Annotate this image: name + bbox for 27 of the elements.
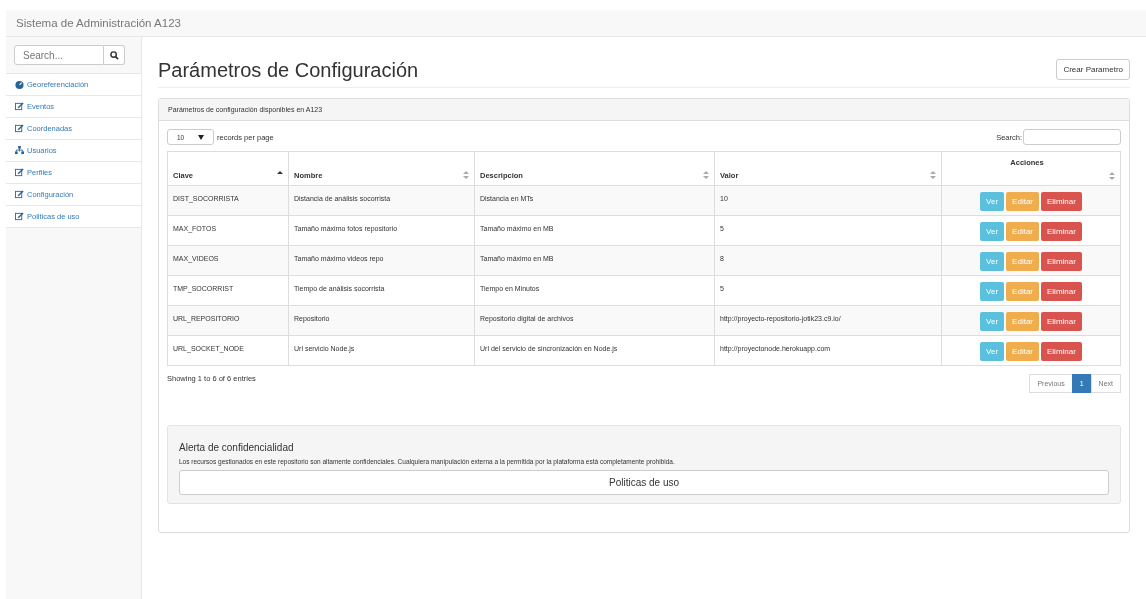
create-button[interactable]: Crear Parametro [1056,59,1130,80]
sort-icon [1109,172,1115,180]
edit-icon [15,102,24,111]
search-button[interactable] [104,45,125,65]
sort-icon [463,171,469,179]
action-button[interactable]: Eliminar [1041,251,1082,271]
action-button[interactable]: Eliminar [1041,341,1082,361]
sort-icon [930,171,936,179]
action-button[interactable]: Eliminar [1041,311,1082,331]
search-field[interactable]: Search... [14,45,104,65]
edit-icon [15,168,24,177]
action-button[interactable]: Eliminar [1041,281,1082,301]
edit-icon [15,190,24,199]
edit-icon [15,212,24,221]
hierarchy-icon [15,146,24,155]
search-icon [109,50,119,60]
table-search-field[interactable] [1023,129,1121,145]
alert-title: Alerta de confidencialidad [179,442,295,453]
policies-button[interactable]: Politicas de uso [179,470,1109,495]
caret-icon [198,134,204,140]
edit-icon [15,124,24,133]
sort-icon [703,171,709,179]
brand-title[interactable]: Sistema de Administración A123 [16,17,181,29]
action-button[interactable]: Eliminar [1041,191,1082,211]
gauge-icon [15,80,24,89]
action-button[interactable]: Eliminar [1041,221,1082,241]
page-title: Parámetros de Configuración [158,59,419,82]
